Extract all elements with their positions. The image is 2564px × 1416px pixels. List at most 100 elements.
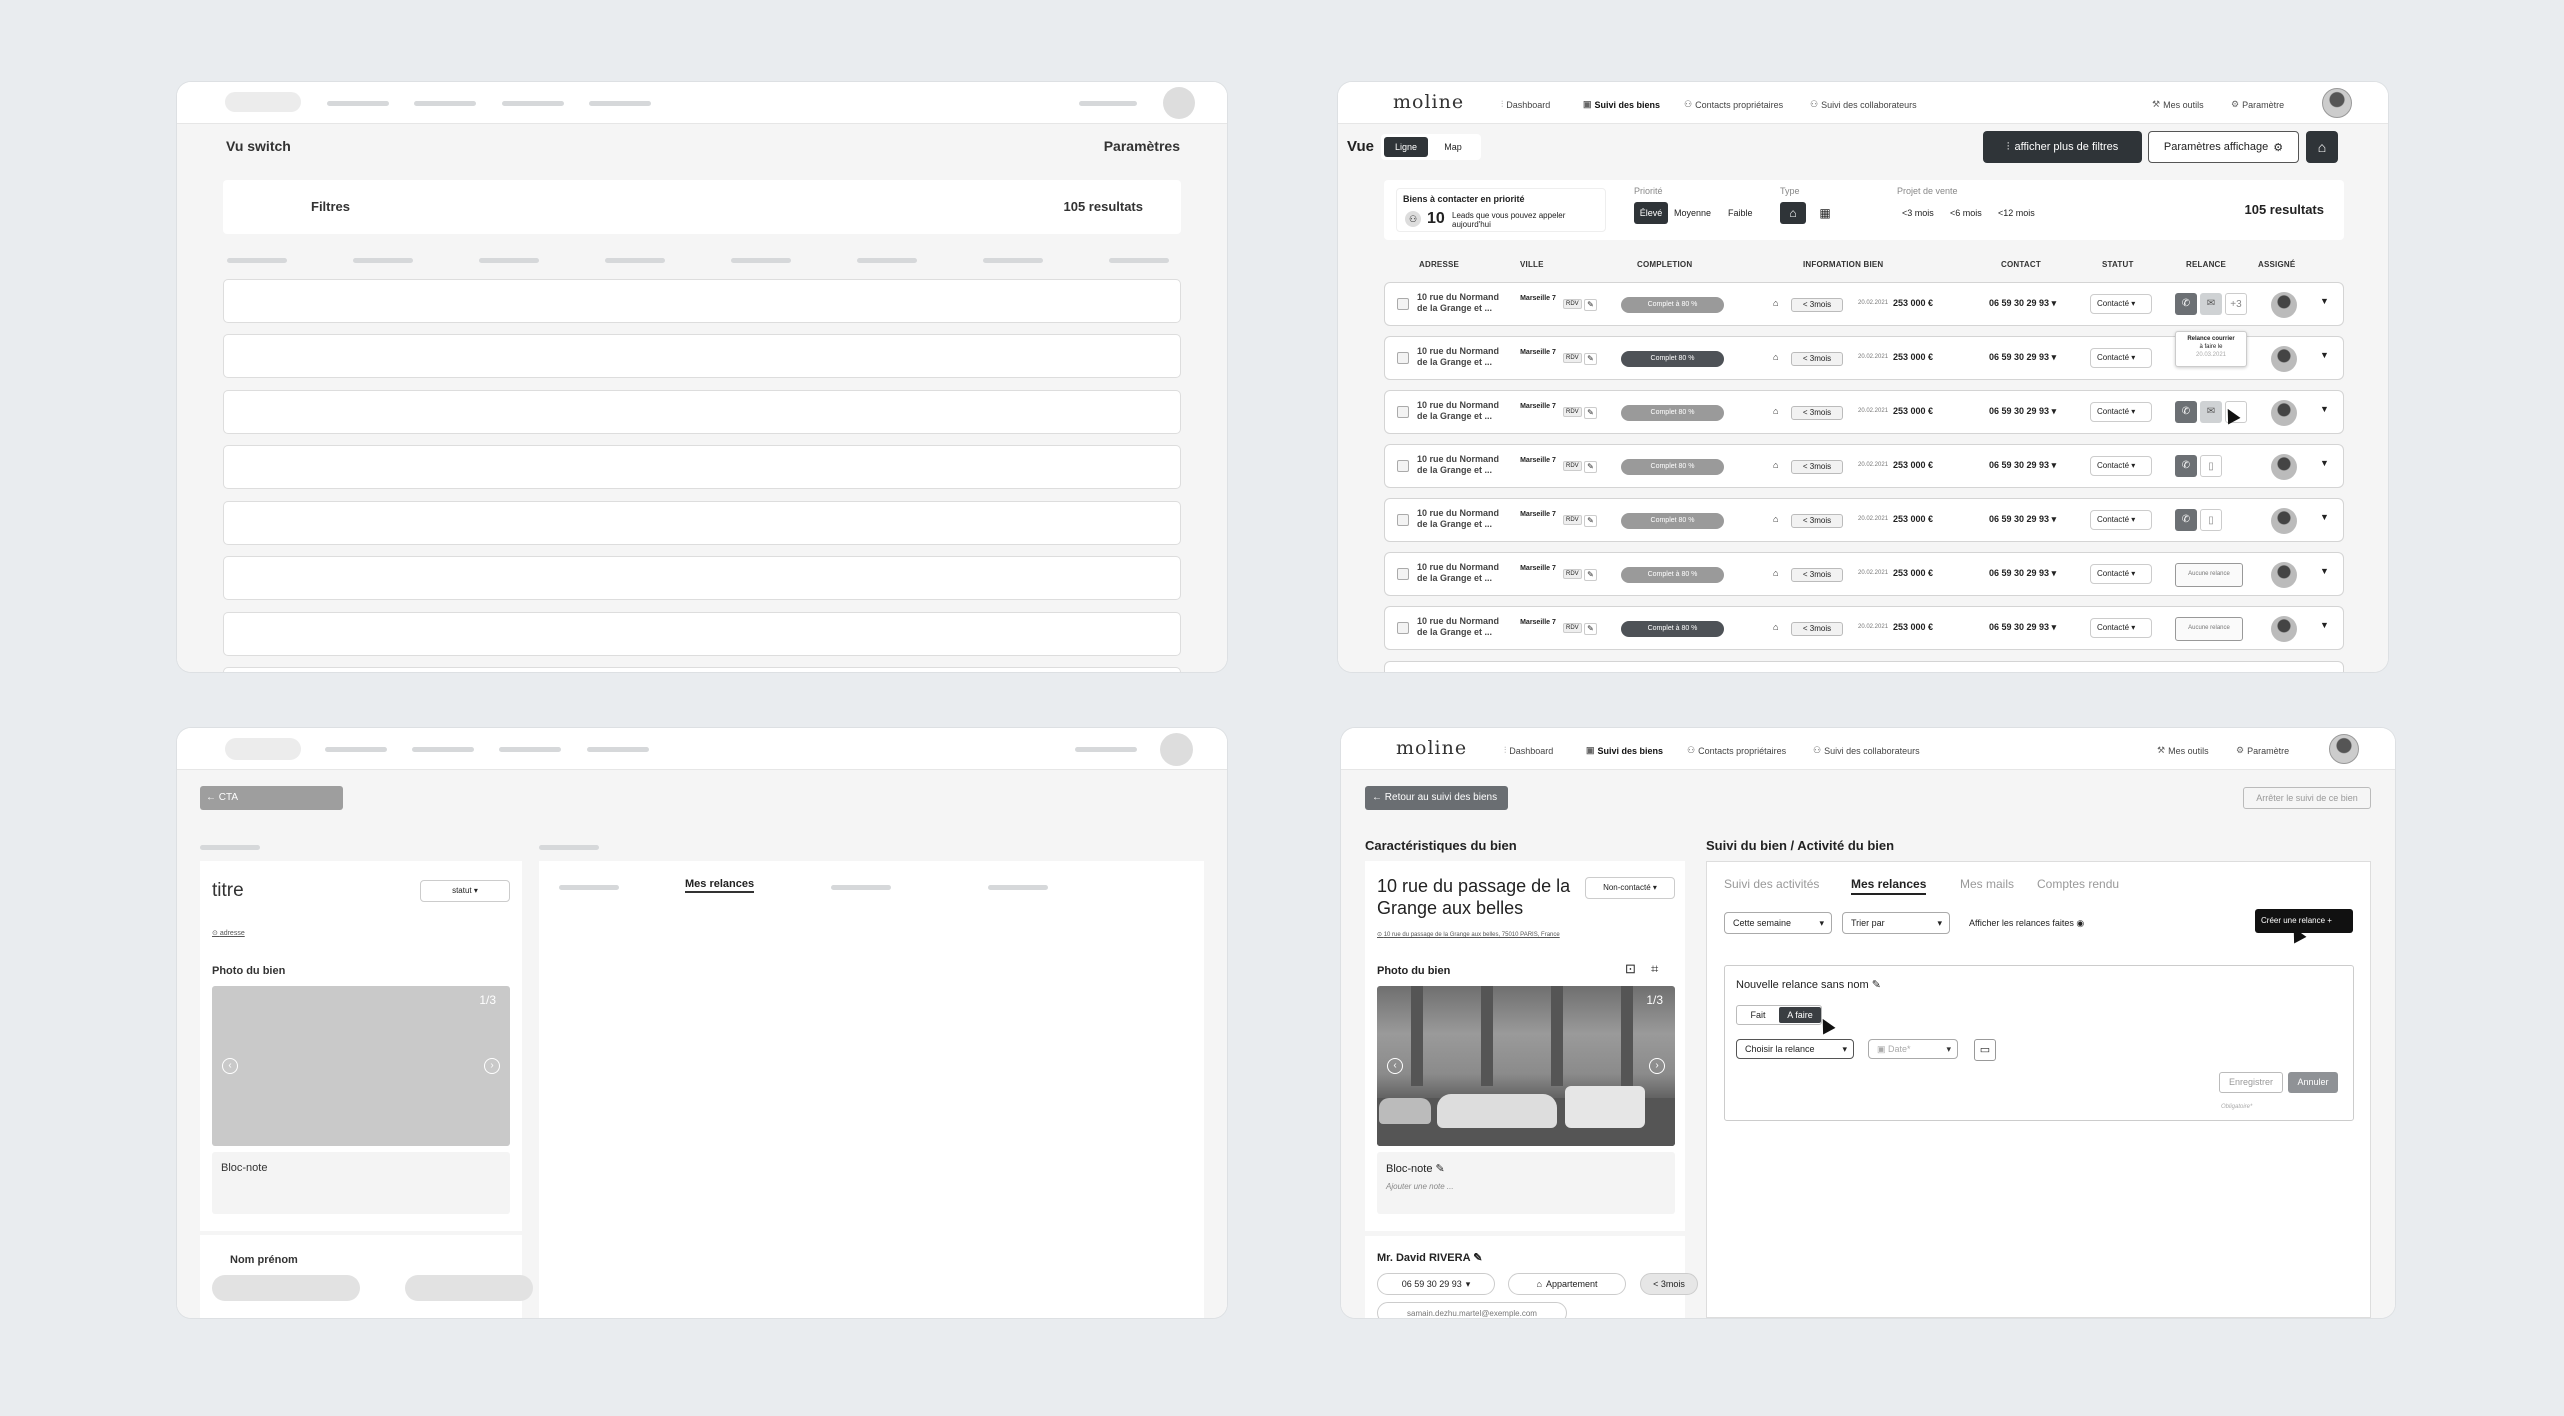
mail-icon[interactable]: ✉ bbox=[2200, 293, 2222, 315]
stop-tracking-button[interactable]: Arrêter le suivi de ce bien bbox=[2243, 787, 2371, 809]
list-row-placeholder[interactable] bbox=[223, 445, 1181, 489]
assignee-avatar[interactable] bbox=[2271, 616, 2297, 642]
nav-mes-outils[interactable]: ⚒ Mes outils bbox=[2152, 99, 2204, 110]
pencil-icon[interactable]: ✎ bbox=[1584, 299, 1597, 311]
phone-icon[interactable]: ✆ bbox=[2175, 401, 2197, 423]
cancel-button[interactable]: Annuler bbox=[2288, 1072, 2338, 1093]
list-row-placeholder[interactable] bbox=[223, 390, 1181, 434]
avatar[interactable] bbox=[2329, 734, 2359, 764]
list-row-placeholder[interactable] bbox=[223, 501, 1181, 545]
assignee-avatar[interactable] bbox=[2271, 292, 2297, 318]
pencil-icon[interactable]: ✎ bbox=[1584, 569, 1597, 581]
column-header-contact[interactable]: CONTACT bbox=[2001, 260, 2041, 269]
pencil-icon[interactable]: ✎ bbox=[1584, 515, 1597, 527]
arrow-left-icon[interactable]: ‹ bbox=[1387, 1058, 1403, 1074]
row-phone[interactable]: 06 59 30 29 93 ▾ bbox=[1989, 406, 2056, 417]
tab-placeholder[interactable] bbox=[988, 885, 1048, 890]
phone-icon[interactable]: ✆ bbox=[2175, 293, 2197, 315]
tab-comptes-rendu[interactable]: Comptes rendu bbox=[2037, 877, 2119, 891]
home-button[interactable]: ⌂ bbox=[2306, 131, 2338, 163]
nav-contacts[interactable]: ⚇ Contacts propriétaires bbox=[1684, 99, 1783, 110]
relance-extra[interactable]: +3 bbox=[2225, 293, 2247, 315]
table-row[interactable]: 10 rue du Normand de la Grange et ... Mar… bbox=[1384, 606, 2344, 650]
completion-badge[interactable]: Complet à 80 % bbox=[1621, 297, 1724, 313]
project-3-months[interactable]: <3 mois bbox=[1902, 208, 1934, 218]
row-phone[interactable]: 06 59 30 29 93 ▾ bbox=[1989, 514, 2056, 525]
column-header-ville[interactable]: VILLE bbox=[1520, 260, 1544, 269]
nav-suivi-biens[interactable]: ▣ Suivi des biens bbox=[1586, 745, 1663, 756]
rdv-badge[interactable]: RDV bbox=[1563, 569, 1582, 579]
column-header-statut[interactable]: STATUT bbox=[2102, 260, 2134, 269]
status-select[interactable]: statut ▾ bbox=[420, 880, 510, 902]
edit-icon[interactable]: ✎ bbox=[1473, 1252, 1482, 1264]
type-chip[interactable]: ⌂ Appartement bbox=[1508, 1273, 1626, 1295]
pencil-icon[interactable]: ✎ bbox=[1584, 353, 1597, 365]
date-input[interactable]: ▣ Date* ▾ bbox=[1868, 1039, 1958, 1059]
building-icon[interactable]: ▦ bbox=[1814, 202, 1836, 224]
column-header-relance[interactable]: RELANCE bbox=[2186, 260, 2226, 269]
avatar[interactable] bbox=[2322, 88, 2352, 118]
row-checkbox[interactable] bbox=[1397, 568, 1409, 580]
pencil-icon[interactable]: ✎ bbox=[1584, 623, 1597, 635]
tab-mes-relances[interactable]: Mes relances bbox=[685, 878, 755, 893]
phone-chip[interactable]: 06 59 30 29 93 ▾ bbox=[1377, 1273, 1495, 1295]
status-select[interactable]: Contacté ▾ bbox=[2090, 294, 2152, 314]
tab-suivi-activites[interactable]: Suivi des activités bbox=[1724, 877, 1819, 891]
toggle-a-faire[interactable]: A faire bbox=[1779, 1007, 1821, 1023]
chevron-down-icon[interactable]: ▼ bbox=[2320, 404, 2329, 414]
nav-collaborateurs[interactable]: ⚇ Suivi des collaborateurs bbox=[1813, 745, 1920, 756]
nav-placeholder[interactable] bbox=[587, 747, 649, 752]
column-header-information[interactable]: INFORMATION BIEN bbox=[1803, 260, 1883, 269]
camera-icon[interactable]: ⊡ bbox=[1625, 961, 1636, 977]
mail-icon[interactable]: ✉ bbox=[2200, 401, 2222, 423]
table-row[interactable] bbox=[1384, 661, 2344, 672]
assignee-avatar[interactable] bbox=[2271, 508, 2297, 534]
column-header-assigne[interactable]: ASSIGNÉ bbox=[2258, 260, 2295, 269]
list-row-placeholder[interactable] bbox=[223, 334, 1181, 378]
nav-collaborateurs[interactable]: ⚇ Suivi des collaborateurs bbox=[1810, 99, 1917, 110]
address-link[interactable]: ⊙ 10 rue du passage de la Grange aux bel… bbox=[1377, 931, 1560, 938]
priority-high[interactable]: Élevé bbox=[1634, 202, 1668, 224]
completion-badge[interactable]: Complet à 80 % bbox=[1621, 567, 1724, 583]
chevron-down-icon[interactable]: ▼ bbox=[2320, 458, 2329, 468]
row-address[interactable]: 10 rue du Normand de la Grange et ... bbox=[1417, 616, 1512, 638]
chevron-down-icon[interactable]: ▼ bbox=[2320, 566, 2329, 576]
project-12-months[interactable]: <12 mois bbox=[1998, 208, 2035, 218]
house-icon[interactable]: ⌂ bbox=[1780, 202, 1806, 224]
toggle-fait[interactable]: Fait bbox=[1739, 1008, 1777, 1022]
no-relance-badge[interactable]: Aucune relance bbox=[2175, 617, 2243, 641]
nav-suivi-biens[interactable]: ▣ Suivi des biens bbox=[1583, 99, 1660, 110]
row-checkbox[interactable] bbox=[1397, 460, 1409, 472]
rdv-badge[interactable]: RDV bbox=[1563, 353, 1582, 363]
avatar[interactable] bbox=[1163, 87, 1195, 119]
tab-placeholder[interactable] bbox=[559, 885, 619, 890]
pencil-icon[interactable]: ✎ bbox=[1584, 407, 1597, 419]
nav-placeholder[interactable] bbox=[412, 747, 474, 752]
completion-badge[interactable]: Complet à 80 % bbox=[1621, 621, 1724, 637]
assignee-avatar[interactable] bbox=[2271, 454, 2297, 480]
row-checkbox[interactable] bbox=[1397, 298, 1409, 310]
row-address[interactable]: 10 rue du Normand de la Grange et ... bbox=[1417, 292, 1512, 314]
view-toggle-map[interactable]: Map bbox=[1433, 137, 1473, 157]
chevron-down-icon[interactable]: ▼ bbox=[2320, 296, 2329, 306]
chevron-down-icon[interactable]: ▼ bbox=[2320, 620, 2329, 630]
nav-parametre[interactable]: ⚙ Paramètre bbox=[2236, 745, 2289, 756]
priority-medium[interactable]: Moyenne bbox=[1674, 208, 1711, 218]
row-phone[interactable]: 06 59 30 29 93 ▾ bbox=[1989, 460, 2056, 471]
row-address[interactable]: 10 rue du Normand de la Grange et ... bbox=[1417, 508, 1512, 530]
nav-placeholder[interactable] bbox=[499, 747, 561, 752]
app-logo[interactable]: moline bbox=[1396, 737, 1467, 759]
row-address[interactable]: 10 rue du Normand de la Grange et ... bbox=[1417, 562, 1512, 584]
mail-icon[interactable]: ▯ bbox=[2200, 509, 2222, 531]
email-chip[interactable]: samain.dezhu.martel@exemple.com bbox=[1377, 1302, 1567, 1318]
note-block[interactable]: Bloc-note ✎ Ajouter une note ... bbox=[1377, 1152, 1675, 1214]
list-row-placeholder[interactable] bbox=[223, 612, 1181, 656]
contact-placeholder[interactable] bbox=[405, 1275, 533, 1301]
column-header-adresse[interactable]: ADRESSE bbox=[1419, 260, 1459, 269]
create-relance-button[interactable]: Créer une relance + bbox=[2255, 909, 2353, 933]
phone-icon[interactable]: ✆ bbox=[2175, 455, 2197, 477]
row-checkbox[interactable] bbox=[1397, 406, 1409, 418]
row-phone[interactable]: 06 59 30 29 93 ▾ bbox=[1989, 298, 2056, 309]
pencil-icon[interactable]: ✎ bbox=[1872, 979, 1881, 991]
sort-select[interactable]: Trier par ▾ bbox=[1842, 912, 1950, 934]
